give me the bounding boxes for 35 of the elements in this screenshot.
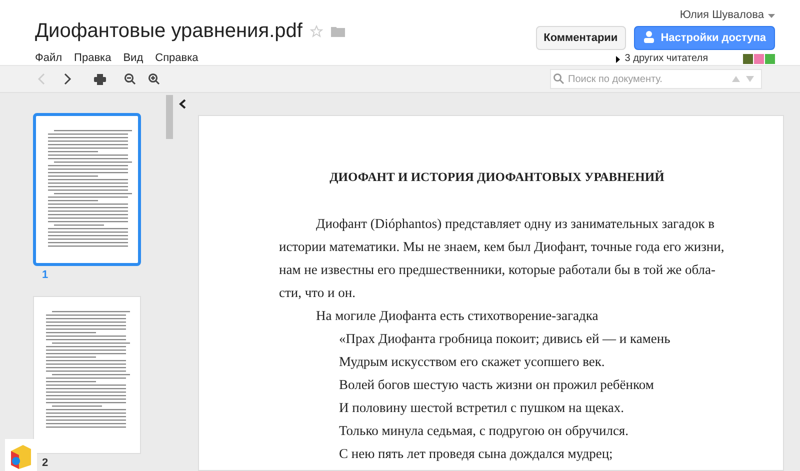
zoom-out-icon[interactable] [124, 73, 136, 85]
document-title: Диофантовые уравнения.pdf [35, 19, 302, 44]
caret-icon[interactable] [768, 14, 775, 18]
text-line: истории математики. Мы не знаем, кем был Диофант, точные года его жизни, [279, 238, 724, 256]
text-line: Мудрым искусством его скажет усопшего век. [338, 352, 605, 371]
comments-button[interactable]: Комментарии [536, 26, 626, 50]
user-name[interactable]: Юлия Шувалова [680, 9, 764, 22]
person-icon [642, 31, 655, 45]
text-line: С нею пять лет проведя сына дождался мудрец; [338, 444, 613, 463]
text-line: И половину шестой встретил с пушком на щеках. [338, 398, 624, 417]
collapse-icon[interactable] [179, 99, 186, 109]
scrollbar-thumb[interactable] [166, 95, 173, 139]
zoom-in-icon[interactable] [148, 73, 160, 85]
text-line: Диофант (Dióphantos) представляет одну из занимательных загадок в [315, 214, 715, 233]
search-icon [553, 73, 564, 84]
text-line: сти, что и он. [279, 284, 356, 302]
folder-icon[interactable] [331, 26, 346, 36]
text-line: «Прах Диофанта гробница покоит; дивись ей — и камень [338, 330, 670, 348]
page-number: 2 [42, 456, 48, 470]
forward-icon[interactable] [64, 73, 72, 85]
viewers-count[interactable]: 3 других читателя [624, 53, 708, 65]
page-number: 1 [42, 268, 48, 283]
menu-item[interactable]: Вид [123, 50, 144, 66]
text-line: Волей богов шестую часть жизни он прожил ребёнком [338, 376, 654, 394]
text-line: На могиле Диофанта есть стихотворение-загадка [315, 306, 598, 325]
document-heading: ДИОФАНТ И ИСТОРИЯ ДИОФАНТОВЫХ УРАВНЕНИЙ [330, 169, 664, 186]
expand-triangle-icon[interactable] [616, 56, 620, 62]
text-line: Только минула седьмая, с подругою он обручился. [338, 422, 629, 440]
star-icon[interactable] [310, 24, 324, 38]
menu-item[interactable]: Справка [155, 50, 198, 66]
app-logo-icon[interactable] [5, 439, 37, 471]
menu-item[interactable]: Правка [74, 50, 112, 66]
text-line: нам не известны его предшественники, которые работали бы в той же обла- [279, 260, 716, 279]
menu-item[interactable]: Файл [35, 50, 62, 66]
page-thumbnail[interactable] [33, 113, 141, 266]
